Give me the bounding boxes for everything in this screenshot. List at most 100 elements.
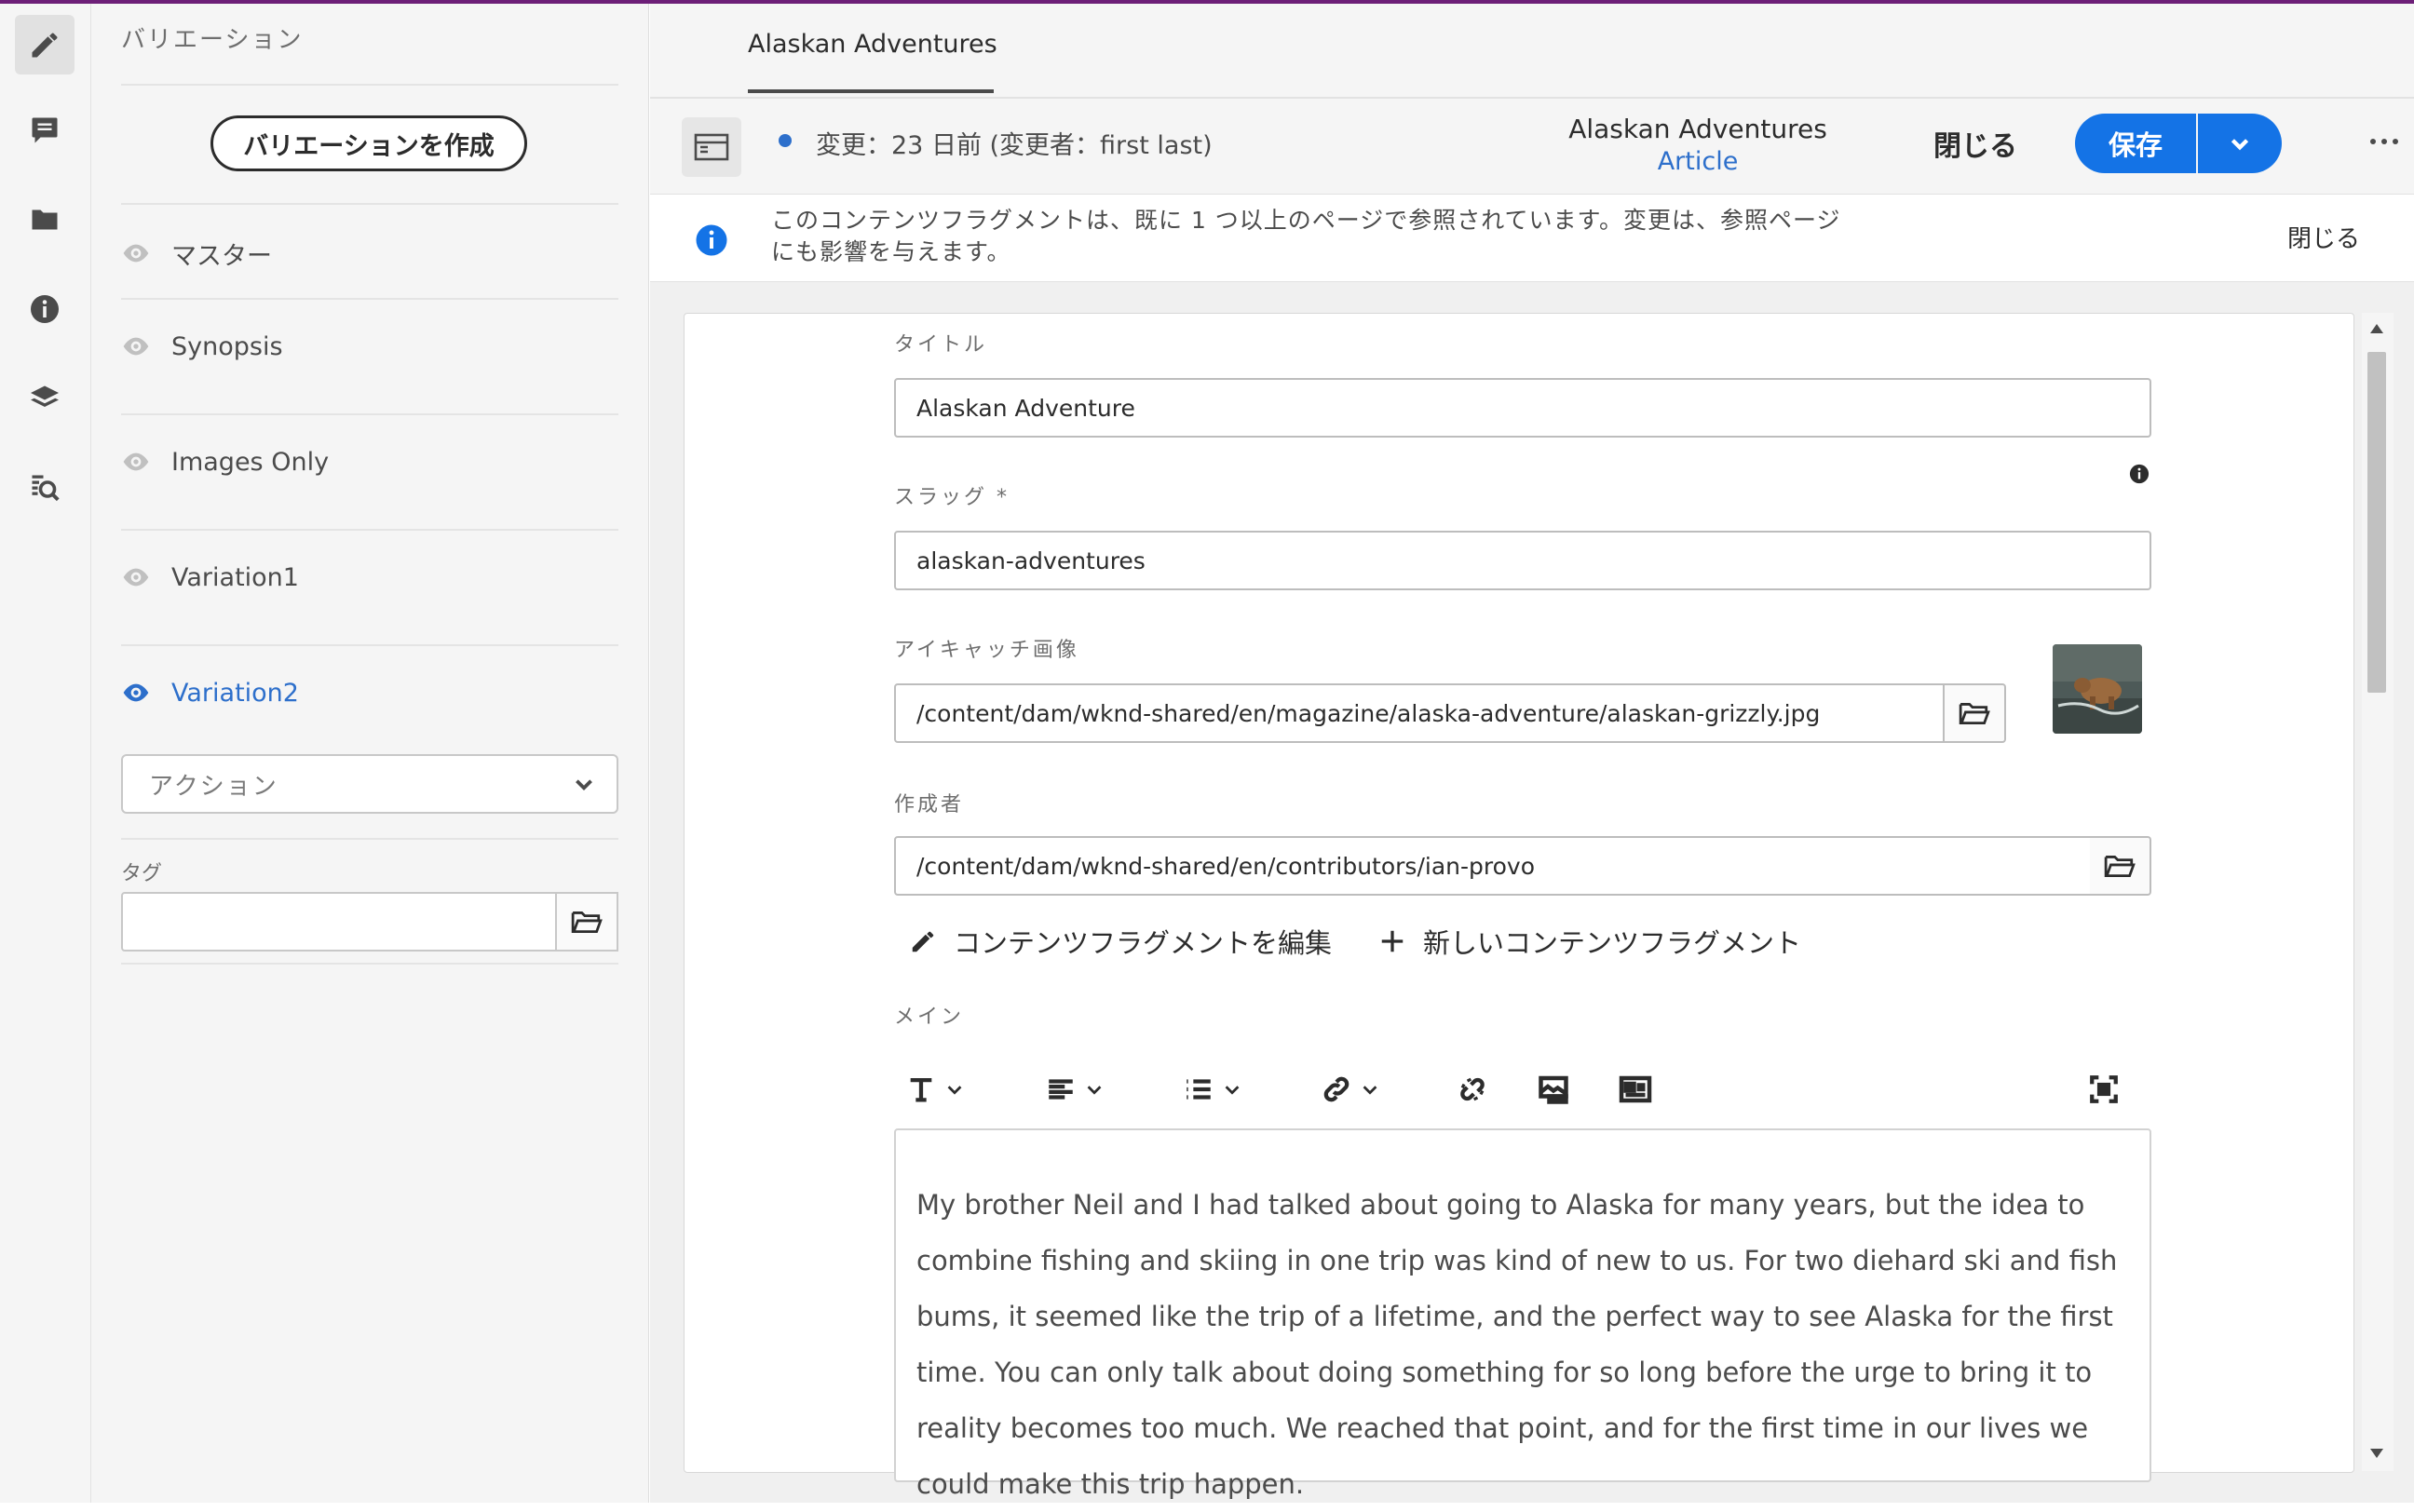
slug-info-icon[interactable] (2129, 464, 2150, 484)
image-thumbnail[interactable] (2053, 644, 2142, 734)
fragment-model-link[interactable]: Article (1395, 147, 2000, 176)
folder-open-icon (2104, 856, 2136, 878)
pencil-icon (32, 33, 58, 58)
close-button[interactable]: 閉じる (1933, 123, 2017, 164)
variation-item-variation1[interactable]: Variation1 (121, 549, 299, 605)
image-path-input[interactable]: /content/dam/wknd-shared/en/magazine/ala… (894, 683, 1945, 743)
create-variation-button[interactable]: バリエーションを作成 (210, 115, 527, 171)
pencil-icon (912, 931, 934, 952)
divider (121, 838, 618, 840)
info-icon (695, 223, 728, 257)
image-insert-icon (1539, 1075, 1568, 1104)
metadata-rail-button[interactable] (15, 279, 75, 339)
author-label: 作成者 (894, 793, 965, 817)
search-assets-icon (32, 475, 60, 502)
divider (121, 413, 618, 415)
divider (121, 203, 618, 205)
variation-label: Images Only (171, 447, 330, 477)
title-label: タイトル (894, 333, 988, 357)
associated-content-rail-button[interactable] (15, 190, 75, 250)
save-options-button[interactable] (2198, 114, 2282, 173)
left-rail (0, 4, 91, 1503)
folder-open-icon (1959, 703, 1990, 725)
references-rail-button[interactable] (15, 458, 75, 518)
author-path-input[interactable]: /content/dam/wknd-shared/en/contributors… (894, 836, 2092, 896)
eye-icon (123, 683, 149, 702)
action-select[interactable]: アクション (121, 754, 618, 814)
fragment-insert-icon (1619, 1075, 1652, 1103)
insert-fragment-button[interactable] (1619, 1061, 1652, 1117)
banner-close-button[interactable]: 閉じる (2287, 220, 2360, 254)
structure-tree-rail-button[interactable] (15, 369, 75, 428)
author-browse-button[interactable] (2090, 836, 2151, 896)
chevron-down-icon (2231, 139, 2249, 151)
comment-icon (32, 117, 58, 143)
scroll-up-arrow[interactable] (2370, 324, 2383, 333)
edit-content-fragment-button[interactable]: コンテンツフラグメントを編集 (909, 922, 1332, 961)
insert-asset-button[interactable] (1537, 1061, 1570, 1117)
side-panel-icon (694, 133, 729, 161)
title-input[interactable]: Alaskan Adventure (894, 378, 2151, 438)
variation-label: Variation1 (171, 562, 299, 592)
save-button[interactable]: 保存 (2075, 114, 2196, 173)
slug-input[interactable]: alaskan-adventures (894, 531, 2151, 590)
tab-selected-indicator (748, 89, 994, 93)
more-icon (2370, 139, 2398, 144)
tag-browse-button[interactable] (557, 892, 618, 952)
paragraph-align-button[interactable] (1045, 1061, 1105, 1117)
main-body-text[interactable]: My brother Neil and I had talked about g… (916, 1177, 2136, 1512)
new-content-fragment-button[interactable]: 新しいコンテンツフラグメント (1378, 922, 1801, 961)
text-format-button[interactable] (905, 1061, 965, 1117)
variation-label: Synopsis (171, 331, 283, 361)
scroll-down-arrow[interactable] (2370, 1449, 2383, 1458)
layers-icon (31, 385, 59, 407)
eye-icon (123, 452, 149, 471)
variation-label: マスター (171, 241, 272, 271)
scrollbar-thumb[interactable] (2367, 352, 2386, 693)
variation-item-master[interactable]: マスター (121, 225, 272, 281)
annotations-rail-button[interactable] (15, 101, 75, 160)
fullscreen-button[interactable] (2088, 1061, 2120, 1117)
edit-rail-button[interactable] (15, 15, 75, 74)
variation-item-images-only[interactable]: Images Only (121, 434, 329, 490)
chevron-down-icon (1087, 1086, 1102, 1095)
tag-label: タグ (121, 862, 163, 885)
image-label: アイキャッチ画像 (894, 639, 1079, 662)
divider (121, 644, 618, 646)
divider (121, 298, 618, 300)
plus-icon (1381, 930, 1404, 952)
editor-header: 変更：23 日前 (変更者：first last) Alaskan Advent… (650, 99, 2414, 195)
rich-text-toolbar (894, 1061, 2151, 1117)
chevron-down-icon (1225, 1086, 1240, 1095)
reference-info-banner: このコンテンツフラグメントは、既に 1 つ以上のページで参照されています。変更は… (650, 196, 2414, 282)
chevron-down-icon (947, 1086, 962, 1095)
image-browse-button[interactable] (1945, 683, 2006, 743)
chevron-down-icon (1363, 1086, 1377, 1095)
list-icon (1187, 1079, 1211, 1100)
tag-input[interactable] (121, 892, 557, 952)
tab-alaskan-adventures[interactable]: Alaskan Adventures (748, 30, 997, 59)
link-button[interactable] (1321, 1061, 1380, 1117)
unlink-icon (1460, 1077, 1485, 1101)
folder-open-icon (571, 911, 603, 934)
list-format-button[interactable] (1183, 1061, 1242, 1117)
variation-item-variation2[interactable]: Variation2 (121, 665, 299, 721)
variation-item-synopsis[interactable]: Synopsis (121, 318, 283, 374)
eye-icon (123, 568, 149, 587)
main-rich-text-editor[interactable]: My brother Neil and I had talked about g… (894, 1128, 2151, 1500)
divider (121, 963, 618, 965)
banner-message: このコンテンツフラグメントは、既に 1 つ以上のページで参照されています。変更は… (771, 207, 1841, 265)
eye-icon (123, 244, 149, 263)
more-actions-button[interactable] (2366, 132, 2403, 151)
link-icon (1323, 1076, 1349, 1102)
info-icon (31, 295, 59, 323)
divider (121, 529, 618, 531)
edit-fragment-label: コンテンツフラグメントを編集 (954, 927, 1333, 959)
toggle-side-panel-button[interactable] (682, 117, 741, 177)
align-left-icon (1049, 1079, 1073, 1100)
fullscreen-icon (2090, 1075, 2118, 1103)
modified-status: 変更：23 日前 (変更者：first last) (816, 131, 1213, 160)
slug-label: スラッグ * (894, 486, 1010, 509)
folder-icon (32, 209, 58, 230)
unlink-button[interactable] (1457, 1061, 1488, 1117)
